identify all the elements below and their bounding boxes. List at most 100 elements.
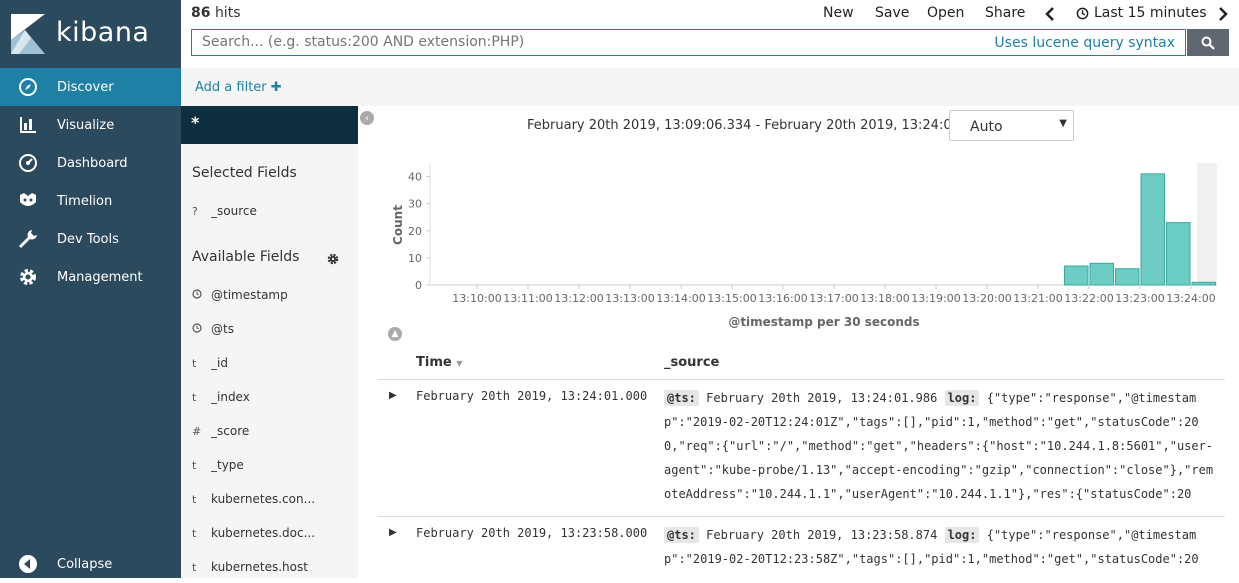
search-button[interactable] bbox=[1187, 29, 1229, 56]
histogram-time-range: February 20th 2019, 13:09:06.334 - Febru… bbox=[527, 118, 1006, 133]
field-item[interactable]: t _index bbox=[192, 388, 352, 406]
column-header-time[interactable]: Time ▼ bbox=[416, 355, 462, 370]
field-item[interactable]: @ts bbox=[192, 320, 352, 338]
add-filter-button[interactable]: Add a filter ✚ bbox=[195, 80, 282, 95]
field-key: log: bbox=[944, 390, 980, 406]
field-name: kubernetes.con... bbox=[211, 492, 316, 506]
search-bar: Uses lucene query syntax bbox=[191, 29, 1186, 56]
time-picker[interactable]: Last 15 minutes bbox=[1094, 5, 1207, 21]
search-icon bbox=[1201, 36, 1215, 50]
y-tick-label: 10 bbox=[408, 252, 422, 265]
share-button[interactable]: Share bbox=[985, 5, 1025, 21]
sidebar-item-timelion[interactable]: Timelion bbox=[0, 182, 181, 220]
field-type-number: # bbox=[192, 424, 202, 438]
field-name: kubernetes.doc... bbox=[211, 526, 316, 540]
sidebar-item-management[interactable]: Management bbox=[0, 258, 181, 296]
divider bbox=[378, 516, 1225, 517]
field-settings-icon[interactable] bbox=[327, 253, 339, 269]
bar-chart-icon bbox=[18, 115, 38, 135]
query-syntax-link[interactable]: Uses lucene query syntax bbox=[994, 35, 1175, 51]
histogram-bar[interactable] bbox=[1191, 281, 1216, 286]
field-item[interactable]: t kubernetes.host bbox=[192, 558, 352, 576]
kibana-logo[interactable]: kibana bbox=[0, 0, 181, 68]
field-type-unknown: ? bbox=[192, 204, 198, 218]
field-name: @ts bbox=[211, 322, 234, 336]
field-item[interactable]: # _score bbox=[192, 422, 352, 440]
field-name: @timestamp bbox=[211, 288, 288, 302]
histogram-bar[interactable] bbox=[1140, 173, 1165, 286]
x-tick-label: 13:13:00 bbox=[605, 292, 654, 305]
x-tick-label: 13:20:00 bbox=[962, 292, 1011, 305]
chevron-left-icon bbox=[1045, 7, 1054, 21]
expand-row-button[interactable]: ▶ bbox=[389, 390, 397, 401]
x-tick-label: 13:19:00 bbox=[911, 292, 960, 305]
x-axis-label: @timestamp per 30 seconds bbox=[728, 315, 919, 329]
sidebar-item-label: Dev Tools bbox=[57, 231, 119, 247]
sidebar-item-discover[interactable]: Discover bbox=[0, 68, 181, 106]
field-name: kubernetes.host bbox=[211, 560, 308, 574]
field-name: _index bbox=[211, 390, 250, 404]
field-item[interactable]: ? _source bbox=[192, 202, 352, 220]
wrench-icon bbox=[18, 229, 38, 249]
sidebar-item-label: Visualize bbox=[57, 117, 115, 133]
x-tick-label: 13:11:00 bbox=[503, 292, 552, 305]
hits-count: 86 bbox=[191, 5, 211, 21]
interval-select[interactable]: Auto ▼ bbox=[949, 110, 1074, 141]
field-item[interactable]: t _id bbox=[192, 354, 352, 372]
field-item[interactable]: @timestamp bbox=[192, 286, 352, 304]
field-type-string: t bbox=[192, 390, 197, 404]
field-key: log: bbox=[944, 527, 980, 543]
field-value: {"type":"response","@timestamp":"2019-02… bbox=[664, 391, 1214, 501]
collapse-button[interactable]: Collapse bbox=[0, 545, 181, 583]
histogram-bar[interactable] bbox=[1115, 268, 1140, 286]
sidebar-item-visualize[interactable]: Visualize bbox=[0, 106, 181, 144]
histogram-chart[interactable]: 0 10 20 30 40 13:10:00 13:11:00 13:12:00 13:13:… bbox=[380, 155, 1239, 335]
x-tick-label: 13:22:00 bbox=[1064, 292, 1113, 305]
row-time: February 20th 2019, 13:24:01.000 bbox=[416, 389, 648, 403]
sidebar-item-label: Dashboard bbox=[57, 155, 128, 171]
x-tick-label: 13:23:00 bbox=[1115, 292, 1164, 305]
x-tick-label: 13:17:00 bbox=[809, 292, 858, 305]
collapse-icon bbox=[18, 554, 38, 574]
sidebar-item-label: Timelion bbox=[57, 193, 113, 209]
clock-icon bbox=[192, 288, 211, 302]
chart-highlight-region bbox=[1197, 163, 1217, 285]
sort-icon[interactable]: ▼ bbox=[456, 359, 462, 368]
row-source: @ts: February 20th 2019, 13:23:58.874 lo… bbox=[664, 523, 1214, 578]
histogram-bar[interactable] bbox=[1166, 222, 1191, 286]
histogram-bar[interactable] bbox=[1089, 262, 1114, 286]
time-prev-button[interactable] bbox=[1044, 6, 1056, 26]
chevron-up-icon[interactable]: ▲ bbox=[388, 327, 402, 341]
time-next-button[interactable] bbox=[1217, 6, 1229, 26]
field-value: February 20th 2019, 13:23:58.874 bbox=[706, 528, 938, 542]
field-type-string: t bbox=[192, 560, 197, 574]
field-item[interactable]: t _type bbox=[192, 456, 352, 474]
sidebar-item-dev-tools[interactable]: Dev Tools bbox=[0, 220, 181, 258]
save-button[interactable]: Save bbox=[875, 5, 909, 21]
field-item[interactable]: t kubernetes.doc... bbox=[192, 524, 352, 542]
collapse-sidebar-arrow-icon[interactable]: ‹ bbox=[360, 111, 374, 125]
index-pattern-header[interactable] bbox=[181, 106, 358, 144]
field-type-string: t bbox=[192, 458, 197, 472]
x-tick-label: 13:16:00 bbox=[758, 292, 807, 305]
gear-icon bbox=[18, 267, 38, 287]
x-tick-label: 13:14:00 bbox=[656, 292, 705, 305]
sidebar-item-dashboard[interactable]: Dashboard bbox=[0, 144, 181, 182]
open-button[interactable]: Open bbox=[927, 5, 964, 21]
x-tick-label: 13:15:00 bbox=[707, 292, 756, 305]
x-tick-label: 13:12:00 bbox=[554, 292, 603, 305]
new-button[interactable]: New bbox=[823, 5, 854, 21]
caret-down-icon: ▼ bbox=[1059, 118, 1067, 129]
field-item[interactable]: t kubernetes.con... bbox=[192, 490, 352, 508]
x-tick-label: 13:21:00 bbox=[1013, 292, 1062, 305]
histogram-bar[interactable] bbox=[1064, 265, 1089, 286]
chevron-right-icon bbox=[1219, 7, 1228, 21]
x-tick-label: 13:10:00 bbox=[452, 292, 501, 305]
expand-row-button[interactable]: ▶ bbox=[389, 527, 397, 538]
search-input[interactable] bbox=[202, 34, 982, 50]
field-key: @ts: bbox=[664, 390, 699, 406]
filter-bar bbox=[181, 68, 1239, 106]
field-name: _id bbox=[211, 356, 228, 370]
column-header-time-label: Time bbox=[416, 355, 452, 370]
clock-icon bbox=[192, 322, 211, 336]
